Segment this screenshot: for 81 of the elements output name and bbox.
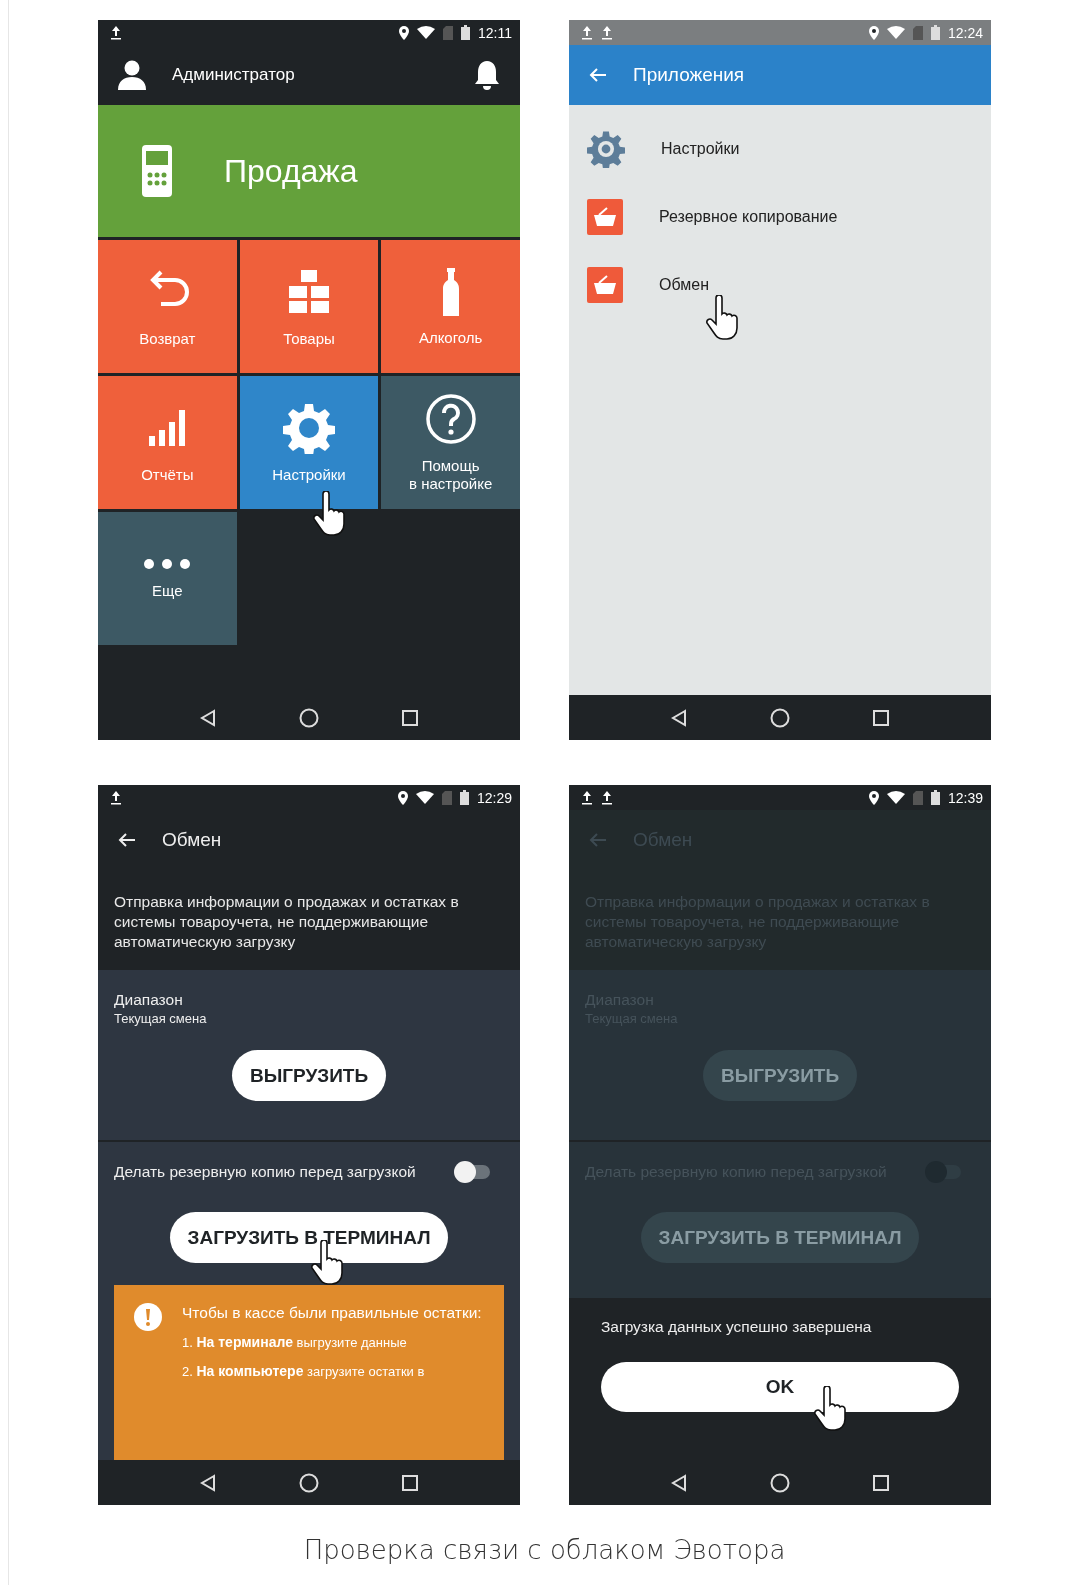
menu-tile[interactable]: Еще: [98, 512, 237, 645]
app-list-item[interactable]: Настройки: [569, 115, 991, 183]
tile-label: Алкоголь: [418, 328, 483, 347]
location-icon: [868, 25, 879, 40]
back-nav-icon[interactable]: [199, 1473, 217, 1492]
battery-icon: [930, 25, 940, 40]
export-button[interactable]: ВЫГРУЗИТЬ: [702, 1050, 858, 1101]
tile-label: Отчёты: [141, 465, 194, 484]
tile-label: Настройки: [272, 465, 346, 484]
no-sim-icon: [441, 790, 452, 805]
recents-nav-icon[interactable]: [401, 1473, 419, 1492]
gear-icon: [587, 130, 625, 168]
menu-tile[interactable]: Помощь в настройке: [381, 376, 520, 509]
import-button[interactable]: ЗАГРУЗИТЬ В ТЕРМИНАЛ: [169, 1212, 449, 1263]
home-nav-icon[interactable]: [299, 1472, 319, 1493]
battery-icon: [461, 25, 470, 40]
tile-label: Возврат: [139, 329, 196, 348]
recents-nav-icon[interactable]: [401, 708, 419, 727]
back-nav-icon[interactable]: [670, 708, 688, 727]
tile-label: Еще: [152, 581, 183, 600]
screen-title: Приложения: [633, 64, 745, 86]
home-nav-icon[interactable]: [299, 707, 319, 728]
export-button[interactable]: ВЫГРУЗИТЬ: [231, 1050, 387, 1101]
upload-icon: [601, 790, 613, 805]
dialog-message: Загрузка данных успешно завершена: [601, 1318, 873, 1336]
ok-button[interactable]: OK: [601, 1362, 959, 1412]
home-nav-icon[interactable]: [770, 1472, 790, 1493]
app-list-item[interactable]: Резервное копирование: [569, 183, 991, 251]
no-sim-icon: [443, 25, 453, 40]
tile-label: Товары: [283, 329, 335, 348]
basket-app-icon: [587, 199, 623, 235]
app-name: Настройки: [661, 140, 740, 158]
status-time: 12:39: [947, 789, 983, 806]
status-time: 12:29: [476, 789, 512, 806]
upload-icon: [110, 25, 122, 40]
upload-icon: [601, 25, 613, 40]
warning-step: 2. На компьютере загрузите остатки в: [182, 1362, 482, 1381]
battery-icon: [930, 790, 940, 805]
range-value: Текущая смена: [114, 1010, 208, 1028]
no-sim-icon: [912, 25, 923, 40]
wifi-icon: [886, 791, 905, 804]
status-time: 12:11: [478, 24, 512, 41]
wifi-icon: [886, 26, 905, 39]
wifi-icon: [417, 26, 435, 39]
tile-label: Помощь в настройке: [409, 457, 493, 492]
home-nav-icon[interactable]: [770, 707, 790, 728]
backup-label: Делать резервную копию перед загрузкой: [114, 1162, 417, 1182]
screen-title: Обмен: [162, 829, 222, 851]
range-label: Диапазон: [114, 990, 184, 1010]
no-sim-icon: [912, 790, 923, 805]
question-mark-icon: [424, 393, 477, 446]
recents-nav-icon[interactable]: [872, 1473, 890, 1492]
basket-app-icon: [587, 267, 623, 303]
battery-icon: [459, 790, 469, 805]
warning-step: 1. На терминале выгрузите данные: [182, 1333, 482, 1352]
app-list-item[interactable]: Обмен: [569, 251, 991, 319]
user-name: Администратор: [172, 65, 296, 85]
warning-title: Чтобы в кассе были правильные остатки:: [182, 1303, 482, 1323]
user-icon: [118, 60, 146, 90]
location-icon: [399, 25, 409, 40]
app-name: Обмен: [659, 276, 709, 294]
upload-icon: [110, 790, 122, 805]
upload-icon: [581, 25, 593, 40]
back-nav-icon[interactable]: [199, 708, 217, 727]
status-time: 12:24: [947, 24, 983, 41]
gear-icon: [283, 401, 335, 454]
recents-nav-icon[interactable]: [872, 708, 890, 727]
upload-icon: [581, 790, 593, 805]
exclamation-icon: [134, 1303, 162, 1331]
description-text: Отправка информации о продажах и остатках в системы товароучета, не поддерживающие автоматическую загрузку: [114, 892, 460, 952]
figure-caption: Проверка связи с облаком Эвотора: [302, 1535, 787, 1565]
location-icon: [868, 790, 879, 805]
location-icon: [397, 790, 408, 805]
app-name: Резервное копирование: [659, 208, 838, 226]
bottle-icon: [441, 266, 460, 317]
bell-icon[interactable]: [474, 60, 500, 90]
sale-label: Продажа: [224, 152, 358, 190]
terminal-icon: [140, 143, 174, 199]
wifi-icon: [415, 791, 434, 804]
import-button[interactable]: ЗАГРУЗИТЬ В ТЕРМИНАЛ: [640, 1212, 920, 1263]
back-nav-icon[interactable]: [670, 1473, 688, 1492]
